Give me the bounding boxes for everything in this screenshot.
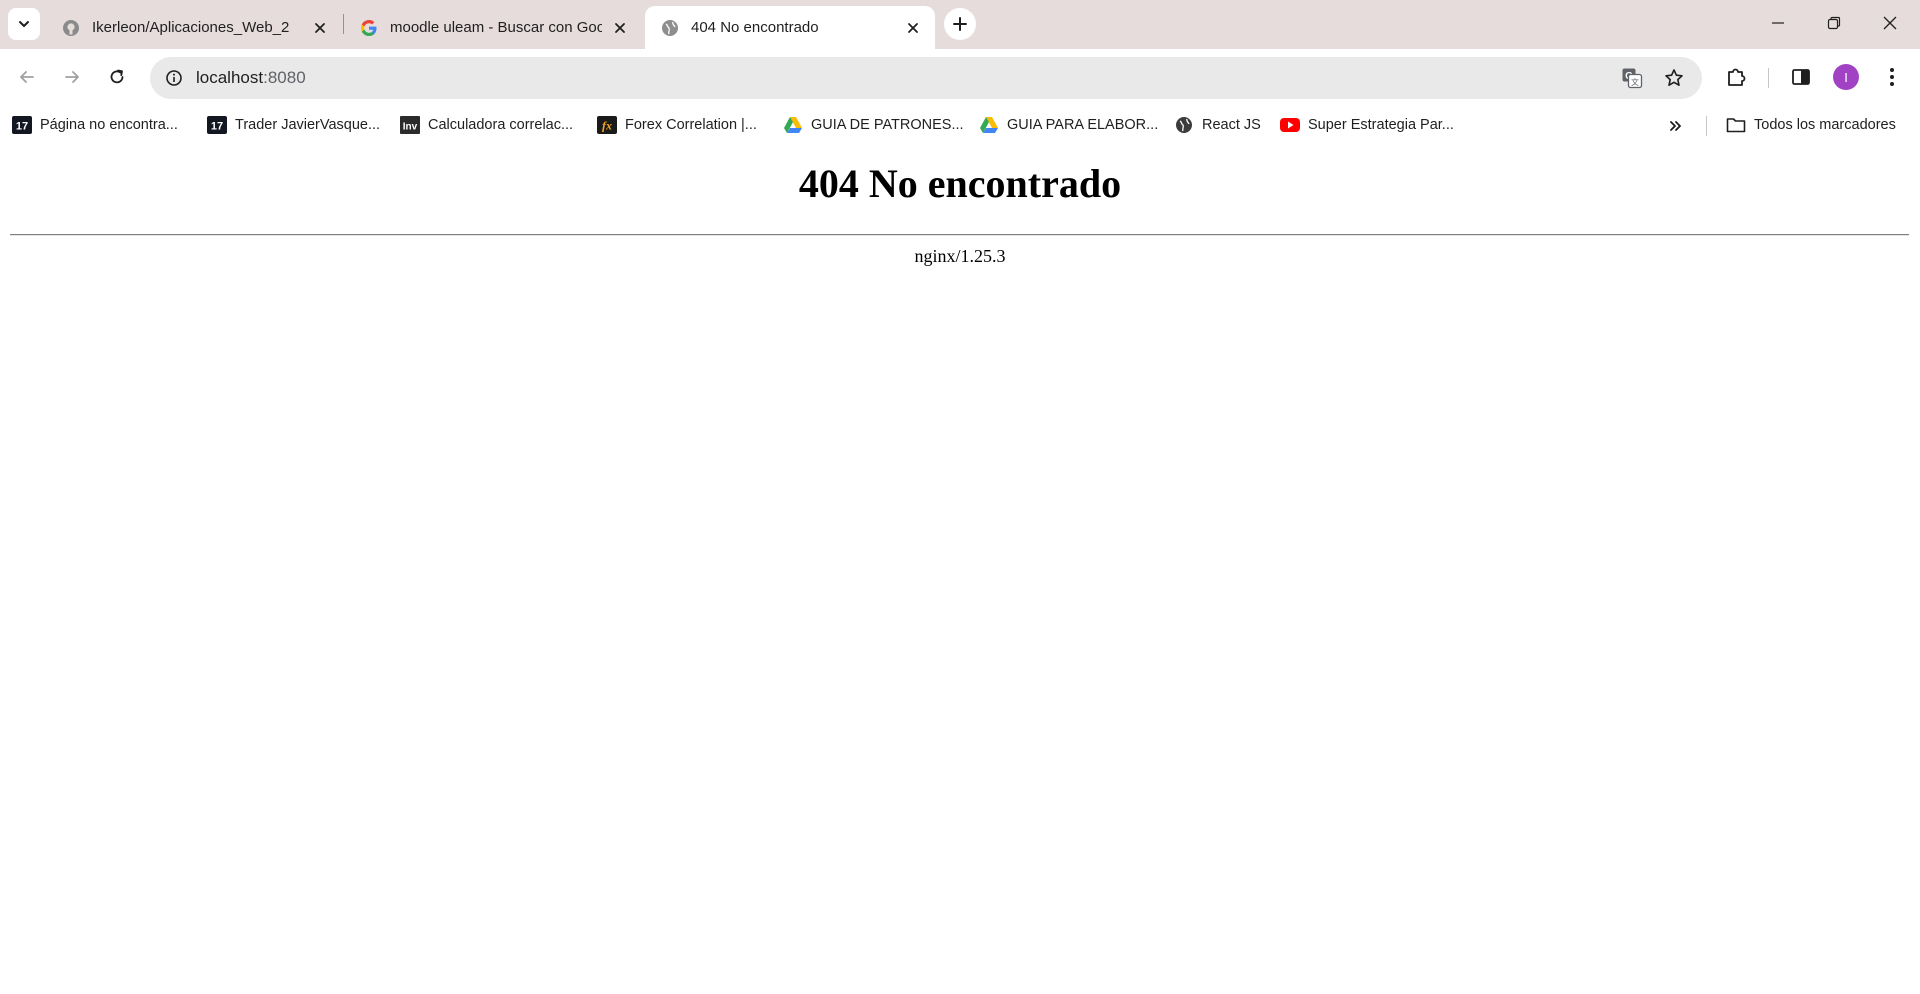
- bookmark-item[interactable]: Super Estrategia Par...: [1280, 111, 1454, 139]
- puzzle-icon: [1728, 68, 1746, 86]
- bookmark-item[interactable]: React JS: [1174, 111, 1261, 139]
- arrow-left-icon: [20, 71, 34, 83]
- translate-button[interactable]: G文: [1618, 64, 1646, 92]
- reload-button[interactable]: [99, 59, 135, 95]
- bookmark-label: GUIA DE PATRONES...: [811, 117, 964, 133]
- tab-strip: Ikerleon/Aplicaciones_Web_2 moodle uleam…: [0, 0, 1920, 49]
- tradingview-icon: 17: [12, 116, 32, 134]
- google-icon: [360, 19, 378, 37]
- minimize-button[interactable]: [1750, 0, 1806, 46]
- url-text[interactable]: localhost:8080: [196, 68, 306, 88]
- tab-title: Ikerleon/Aplicaciones_Web_2: [92, 19, 290, 36]
- profile-button[interactable]: I: [1828, 59, 1864, 95]
- arrow-right-icon: [65, 71, 79, 83]
- bookmark-label: GUIA PARA ELABOR...: [1007, 117, 1159, 133]
- plus-icon: [953, 17, 967, 31]
- all-bookmarks-label: Todos los marcadores: [1754, 117, 1896, 133]
- all-bookmarks-button[interactable]: Todos los marcadores: [1726, 111, 1896, 139]
- forward-button[interactable]: [54, 59, 90, 95]
- toolbar-separator: [1768, 68, 1769, 88]
- tab-title: 404 No encontrado: [691, 19, 819, 36]
- site-info-button[interactable]: [160, 64, 188, 92]
- bookmark-label: Calculadora correlac...: [428, 117, 574, 133]
- bookmark-item[interactable]: GUIA DE PATRONES...: [783, 111, 964, 139]
- globe-icon: [1174, 116, 1194, 134]
- bookmark-star-button[interactable]: [1660, 64, 1688, 92]
- side-panel-icon: [1792, 69, 1810, 85]
- menu-button[interactable]: [1874, 59, 1910, 95]
- more-vert-icon: [1890, 68, 1894, 86]
- bookmarks-bar: 17 Página no encontra... 17 Trader Javie…: [0, 106, 1920, 144]
- svg-text:fx: fx: [602, 119, 612, 133]
- fx-icon: fx: [597, 116, 617, 134]
- tab-search-button[interactable]: [8, 8, 40, 40]
- google-drive-icon: [979, 116, 999, 134]
- svg-text:文: 文: [1631, 77, 1639, 87]
- avatar: I: [1833, 64, 1859, 90]
- svg-text:17: 17: [211, 121, 223, 133]
- close-icon[interactable]: [310, 18, 330, 38]
- window-close-button[interactable]: [1862, 0, 1918, 46]
- folder-icon: [1726, 116, 1746, 134]
- bookmark-label: React JS: [1202, 117, 1261, 133]
- chevron-down-icon: [19, 21, 29, 27]
- star-icon: [1665, 69, 1683, 86]
- investing-icon: Inv: [400, 116, 420, 134]
- globe-icon: [661, 19, 679, 37]
- browser-toolbar: localhost:8080 G文 I: [0, 49, 1920, 106]
- bookmark-item[interactable]: 17 Página no encontra...: [12, 111, 178, 139]
- svg-text:Inv: Inv: [403, 122, 418, 133]
- tradingview-icon: 17: [207, 116, 227, 134]
- google-drive-icon: [783, 116, 803, 134]
- page-title: 404 No encontrado: [798, 161, 1122, 206]
- bookmark-item[interactable]: Inv Calculadora correlac...: [400, 111, 573, 139]
- reload-icon: [110, 69, 124, 84]
- close-icon: [1883, 16, 1897, 30]
- github-icon: [62, 19, 80, 37]
- bookmark-item[interactable]: 17 Trader JavierVasque...: [207, 111, 380, 139]
- minimize-icon: [1772, 22, 1784, 24]
- url-host: localhost: [196, 68, 264, 87]
- address-bar[interactable]: localhost:8080 G文: [150, 57, 1702, 99]
- side-panel-button[interactable]: [1783, 59, 1819, 95]
- divider: [10, 234, 1909, 236]
- page-content: 404 No encontrado nginx/1.25.3: [0, 144, 1920, 994]
- bookmark-label: Super Estrategia Par...: [1308, 117, 1454, 133]
- bookmark-item[interactable]: GUIA PARA ELABOR...: [979, 111, 1158, 139]
- tab-title: moodle uleam - Buscar con Google: [390, 19, 602, 36]
- youtube-icon: [1280, 116, 1300, 134]
- bookmarks-separator: [1706, 116, 1707, 136]
- restore-icon: [1827, 16, 1841, 30]
- tab-github[interactable]: Ikerleon/Aplicaciones_Web_2: [46, 6, 342, 49]
- more-bookmarks-button[interactable]: [1663, 114, 1689, 138]
- tab-404[interactable]: 404 No encontrado: [645, 6, 935, 49]
- bookmark-item[interactable]: fx Forex Correlation |...: [597, 111, 757, 139]
- double-chevron-right-icon: [1670, 121, 1681, 131]
- bookmark-label: Página no encontra...: [40, 117, 178, 133]
- restore-button[interactable]: [1806, 0, 1862, 46]
- extensions-button[interactable]: [1718, 59, 1754, 95]
- close-icon[interactable]: [903, 18, 923, 38]
- new-tab-button[interactable]: [944, 8, 976, 40]
- bookmark-label: Forex Correlation |...: [625, 117, 757, 133]
- server-signature: nginx/1.25.3: [914, 246, 1006, 266]
- tab-google-search[interactable]: moodle uleam - Buscar con Google: [344, 6, 642, 49]
- url-port: :8080: [263, 68, 306, 87]
- close-icon[interactable]: [610, 18, 630, 38]
- info-icon: [166, 70, 182, 86]
- svg-text:17: 17: [16, 121, 28, 133]
- bookmark-label: Trader JavierVasque...: [235, 117, 381, 133]
- translate-icon: G文: [1622, 68, 1643, 89]
- back-button[interactable]: [9, 59, 45, 95]
